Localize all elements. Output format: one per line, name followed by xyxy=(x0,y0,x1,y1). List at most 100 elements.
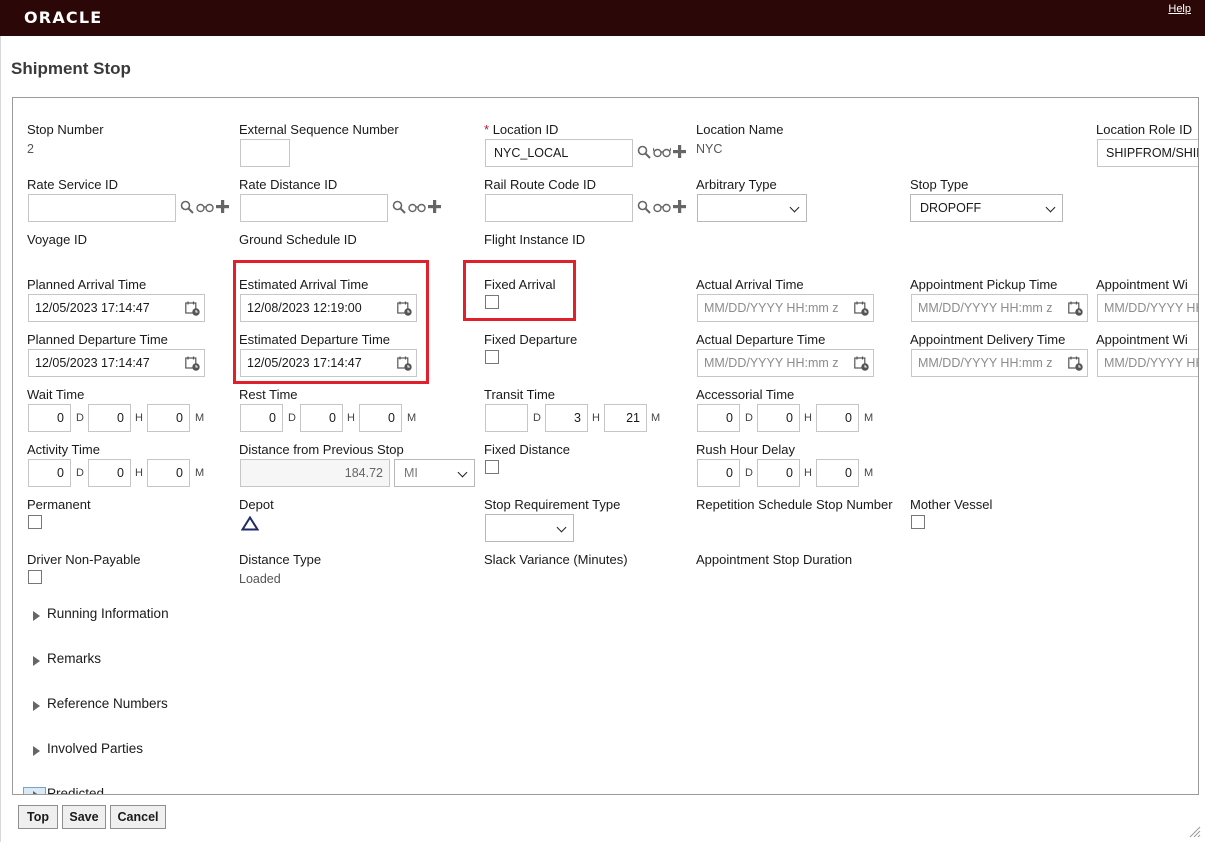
add-icon[interactable] xyxy=(673,200,686,213)
fixed-departure-checkbox[interactable] xyxy=(485,350,499,364)
location-role-input[interactable]: SHIPFROM/SHIPTO xyxy=(1097,139,1198,167)
top-bar: ORACLE Help xyxy=(0,0,1205,36)
expand-arrow-icon[interactable] xyxy=(33,656,40,666)
mother-vessel-checkbox[interactable] xyxy=(911,515,925,529)
section-running-information[interactable]: Running Information xyxy=(47,606,169,621)
fixed-departure-label: Fixed Departure xyxy=(484,332,578,347)
location-id-input[interactable]: NYC_LOCAL xyxy=(485,139,633,167)
distance-prev-label: Distance from Previous Stop xyxy=(239,442,404,457)
rush-hour-minutes[interactable]: 0 xyxy=(816,459,859,487)
view-glasses-icon[interactable] xyxy=(196,202,214,213)
estimated-times-highlight xyxy=(233,260,429,384)
save-button[interactable]: Save xyxy=(62,805,106,829)
shipment-stop-form: Stop Number 2 External Sequence Number *… xyxy=(12,97,1199,795)
search-icon[interactable] xyxy=(637,200,651,214)
planned-departure-input[interactable]: 12/05/2023 17:14:47 xyxy=(28,349,205,377)
appointment-window-input[interactable]: MM/DD/YYYY HH: xyxy=(1097,294,1198,322)
top-button[interactable]: Top xyxy=(18,805,58,829)
calendar-icon[interactable] xyxy=(854,301,869,316)
stop-type-select[interactable]: DROPOFF xyxy=(910,194,1063,222)
external-sequence-input[interactable] xyxy=(240,139,290,167)
transit-time-minutes[interactable]: 21 xyxy=(604,404,647,432)
stop-type-value: DROPOFF xyxy=(920,201,982,215)
stop-requirement-select[interactable] xyxy=(485,514,574,542)
wait-time-label: Wait Time xyxy=(27,387,85,402)
wait-time-hours[interactable]: 0 xyxy=(88,404,131,432)
transit-time-hours[interactable]: 3 xyxy=(545,404,588,432)
rail-route-label: Rail Route Code ID xyxy=(484,177,596,192)
section-reference-numbers[interactable]: Reference Numbers xyxy=(47,696,168,711)
help-link[interactable]: Help xyxy=(1168,3,1191,15)
section-remarks[interactable]: Remarks xyxy=(47,651,101,666)
add-icon[interactable] xyxy=(216,200,229,213)
appointment-delivery-input[interactable]: MM/DD/YYYY HH:mm z xyxy=(911,349,1088,377)
expand-arrow-icon[interactable] xyxy=(33,791,40,794)
depot-label: Depot xyxy=(239,497,274,512)
expand-arrow-icon[interactable] xyxy=(33,746,40,756)
fixed-distance-checkbox[interactable] xyxy=(485,460,499,474)
permanent-checkbox[interactable] xyxy=(28,515,42,529)
rest-time-minutes[interactable]: 0 xyxy=(359,404,402,432)
activity-time-label: Activity Time xyxy=(27,442,100,457)
search-icon[interactable] xyxy=(637,145,651,159)
resize-grip-icon[interactable] xyxy=(1189,826,1201,838)
actual-arrival-input[interactable]: MM/DD/YYYY HH:mm z xyxy=(697,294,874,322)
rest-time-days[interactable]: 0 xyxy=(240,404,283,432)
cancel-button[interactable]: Cancel xyxy=(110,805,166,829)
rush-hour-hours[interactable]: 0 xyxy=(757,459,800,487)
chevron-down-icon xyxy=(789,202,800,213)
fixed-distance-label: Fixed Distance xyxy=(484,442,570,457)
driver-non-payable-checkbox[interactable] xyxy=(28,570,42,584)
depot-triangle-icon xyxy=(241,516,259,531)
view-glasses-icon[interactable] xyxy=(653,147,671,158)
fixed-arrival-highlight xyxy=(463,260,576,321)
rail-route-input[interactable] xyxy=(485,194,633,222)
rest-time-label: Rest Time xyxy=(239,387,298,402)
search-icon[interactable] xyxy=(392,200,406,214)
transit-time-days[interactable] xyxy=(485,404,528,432)
section-involved-parties[interactable]: Involved Parties xyxy=(47,741,143,756)
appointment-window-2-input[interactable]: MM/DD/YYYY HH: xyxy=(1097,349,1198,377)
calendar-icon[interactable] xyxy=(854,356,869,371)
search-icon[interactable] xyxy=(180,200,194,214)
activity-time-days[interactable]: 0 xyxy=(28,459,71,487)
accessorial-time-label: Accessorial Time xyxy=(696,387,795,402)
rest-time-hours[interactable]: 0 xyxy=(300,404,343,432)
expand-arrow-icon[interactable] xyxy=(33,701,40,711)
calendar-icon[interactable] xyxy=(185,301,200,316)
rate-distance-input[interactable] xyxy=(240,194,388,222)
add-icon[interactable] xyxy=(428,200,441,213)
calendar-icon[interactable] xyxy=(1068,356,1083,371)
minutes-unit: M xyxy=(195,467,205,479)
appointment-pickup-input[interactable]: MM/DD/YYYY HH:mm z xyxy=(911,294,1088,322)
accessorial-time-days[interactable]: 0 xyxy=(697,404,740,432)
rush-hour-days[interactable]: 0 xyxy=(697,459,740,487)
expand-arrow-icon[interactable] xyxy=(33,611,40,621)
planned-arrival-input[interactable]: 12/05/2023 17:14:47 xyxy=(28,294,205,322)
accessorial-time-minutes[interactable]: 0 xyxy=(816,404,859,432)
hours-unit: H xyxy=(347,412,355,424)
add-icon[interactable] xyxy=(673,145,686,158)
wait-time-minutes[interactable]: 0 xyxy=(147,404,190,432)
section-predicted[interactable]: Predicted xyxy=(47,786,104,794)
wait-time-days[interactable]: 0 xyxy=(28,404,71,432)
view-glasses-icon[interactable] xyxy=(408,202,426,213)
actual-departure-input[interactable]: MM/DD/YYYY HH:mm z xyxy=(697,349,874,377)
view-glasses-icon[interactable] xyxy=(653,202,671,213)
activity-time-minutes[interactable]: 0 xyxy=(147,459,190,487)
hours-unit: H xyxy=(804,412,812,424)
distance-unit-select[interactable]: MI xyxy=(394,459,475,487)
stop-requirement-label: Stop Requirement Type xyxy=(484,497,621,512)
chevron-down-icon xyxy=(457,467,468,478)
distance-prev-input[interactable]: 184.72 xyxy=(240,459,390,487)
calendar-icon[interactable] xyxy=(185,356,200,371)
minutes-unit: M xyxy=(864,412,874,424)
arbitrary-type-select[interactable] xyxy=(697,194,807,222)
activity-time-hours[interactable]: 0 xyxy=(88,459,131,487)
accessorial-time-hours[interactable]: 0 xyxy=(757,404,800,432)
chevron-down-icon xyxy=(1045,202,1056,213)
calendar-icon[interactable] xyxy=(1068,301,1083,316)
chevron-down-icon xyxy=(556,522,567,533)
appointment-pickup-label: Appointment Pickup Time xyxy=(910,277,1058,292)
rate-service-input[interactable] xyxy=(28,194,176,222)
